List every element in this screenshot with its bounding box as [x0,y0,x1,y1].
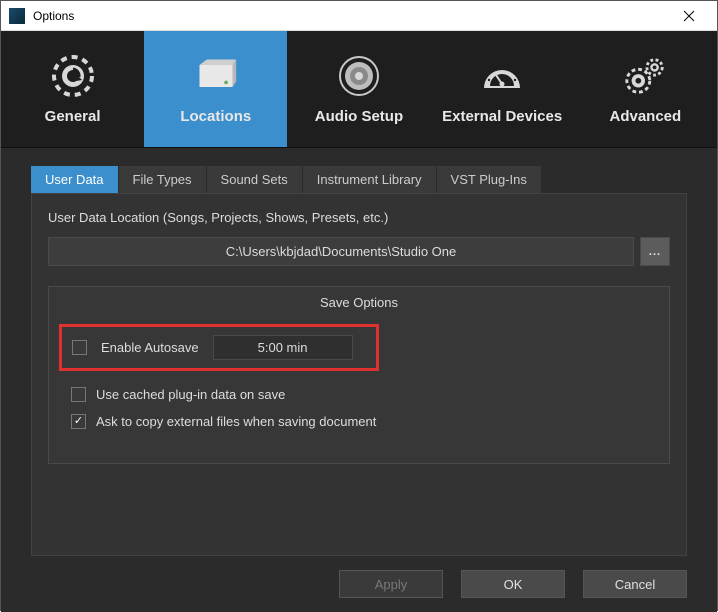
copy-external-row: Ask to copy external files when saving d… [71,414,653,429]
user-data-path-field[interactable]: C:\Users\kbjdad\Documents\Studio One [48,237,634,266]
tab-locations[interactable]: Locations [144,31,287,147]
tab-audio-setup[interactable]: Audio Setup [287,31,430,147]
enable-autosave-checkbox[interactable] [72,340,87,355]
subtab-vst-plugins[interactable]: VST Plug-Ins [437,166,542,193]
save-options-section: Save Options Enable Autosave 5:00 min Us… [48,286,670,464]
copy-external-label: Ask to copy external files when saving d… [96,414,376,429]
user-data-path-row: C:\Users\kbjdad\Documents\Studio One ... [48,237,670,266]
primary-tabbar: General Locations Audio Setup [1,31,717,147]
apply-button[interactable]: Apply [339,570,443,598]
titlebar: Options [1,1,717,31]
close-button[interactable] [669,2,709,30]
cancel-button[interactable]: Cancel [583,570,687,598]
ok-button[interactable]: OK [461,570,565,598]
subtab-file-types[interactable]: File Types [119,166,207,193]
gears-icon [623,54,667,98]
tab-general[interactable]: General [1,31,144,147]
cached-plugin-checkbox[interactable] [71,387,86,402]
speaker-icon [337,54,381,98]
app-icon [9,8,25,24]
window-title: Options [33,9,669,23]
tab-advanced-label: Advanced [609,108,681,125]
close-icon [683,10,695,22]
tab-general-label: General [45,108,101,125]
drive-icon [194,54,238,98]
cached-plugin-row: Use cached plug-in data on save [71,387,653,402]
gear-icon [51,54,95,98]
copy-external-checkbox[interactable] [71,414,86,429]
cached-plugin-label: Use cached plug-in data on save [96,387,285,402]
tab-audio-label: Audio Setup [315,108,403,125]
subtab-user-data[interactable]: User Data [31,166,119,193]
subtab-sound-sets[interactable]: Sound Sets [207,166,303,193]
sub-tabbar: User Data File Types Sound Sets Instrume… [1,148,717,193]
autosave-interval-field[interactable]: 5:00 min [213,335,353,360]
gauge-icon [480,54,524,98]
user-data-heading: User Data Location (Songs, Projects, Sho… [48,210,670,225]
tab-external-devices[interactable]: External Devices [431,31,574,147]
save-options-heading: Save Options [65,287,653,324]
content-area: User Data File Types Sound Sets Instrume… [1,147,717,612]
tab-advanced[interactable]: Advanced [574,31,717,147]
dialog-footer: Apply OK Cancel [1,556,717,612]
user-data-panel: User Data Location (Songs, Projects, Sho… [31,193,687,556]
browse-button[interactable]: ... [640,237,670,266]
enable-autosave-label: Enable Autosave [101,340,199,355]
tab-external-label: External Devices [442,108,562,125]
autosave-highlight: Enable Autosave 5:00 min [59,324,379,371]
subtab-instrument-library[interactable]: Instrument Library [303,166,437,193]
tab-locations-label: Locations [180,108,251,125]
